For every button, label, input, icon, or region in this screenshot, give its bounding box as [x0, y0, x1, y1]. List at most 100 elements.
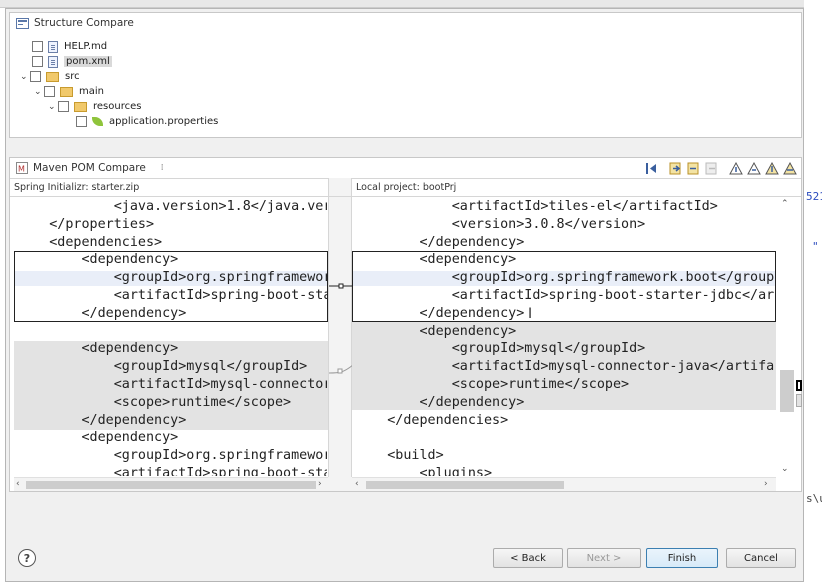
folder-icon	[60, 86, 73, 97]
code-line: <version>3.0.8</version>	[355, 216, 646, 232]
code-line: <artifactId>mysql-connector-java</artifa	[355, 359, 775, 375]
tree-item-resources[interactable]: ⌄ resources	[48, 99, 141, 114]
scrollbar-thumb[interactable]	[780, 370, 794, 412]
code-line: <groupId>org.springframework.boot</group	[355, 270, 775, 286]
tree-item-main[interactable]: ⌄ main	[34, 84, 104, 99]
next-difference-icon[interactable]	[729, 162, 743, 175]
code-line: <scope>runtime</scope>	[17, 394, 292, 410]
copy-right-to-left-icon[interactable]	[705, 162, 719, 175]
scroll-up-arrow[interactable]: ⌃	[781, 199, 789, 209]
chevron-down-icon[interactable]: ⌄	[34, 87, 44, 97]
diff-connector-lines	[328, 283, 354, 374]
scroll-left-arrow[interactable]: ‹	[16, 479, 20, 489]
right-code-pane[interactable]: <artifactId>tiles-el</artifactId> <versi…	[352, 197, 776, 477]
background-text-1: 521	[806, 190, 822, 203]
tree-item-label: src	[65, 71, 80, 82]
help-icon[interactable]: ?	[18, 549, 36, 567]
copy-current-change-icon[interactable]	[687, 162, 701, 175]
code-line: <artifactId>spring-boot-starter-jdbc</ar	[355, 287, 775, 303]
structure-compare-title: Structure Compare	[34, 17, 134, 29]
folder-icon	[46, 71, 59, 82]
checkbox[interactable]	[32, 56, 43, 67]
background-text-2: "	[812, 240, 819, 253]
code-line: </dependency>	[355, 305, 525, 321]
next-button[interactable]: Next >	[567, 548, 641, 568]
chevron-down-icon[interactable]: ⌄	[48, 102, 58, 112]
toolbar-divider	[10, 178, 801, 179]
code-line: </dependencies>	[355, 412, 509, 428]
code-line: <dependency>	[355, 252, 517, 268]
file-icon	[48, 40, 58, 53]
tree-item-label: resources	[93, 101, 142, 112]
tree-item-help-md[interactable]: HELP.md	[32, 39, 107, 54]
code-line: <groupId>org.springframewor	[17, 270, 327, 286]
code-line: <artifactId>mysql-connector	[17, 376, 327, 392]
folder-icon	[74, 101, 87, 112]
background-window-strip	[0, 0, 822, 8]
structure-compare-titlebar: Structure Compare	[10, 13, 134, 33]
file-icon	[48, 55, 58, 68]
code-line: <groupId>org.springframewor	[17, 448, 327, 464]
code-line: </dependency>	[17, 305, 187, 321]
pom-compare-panel: M Maven POM Compare ⁞ Spring Initializr:…	[9, 157, 802, 492]
back-button[interactable]: < Back	[493, 548, 563, 568]
structure-tree: HELP.md pom.xml ⌄ src ⌄ main ⌄ resources…	[20, 39, 780, 145]
previous-difference-icon[interactable]	[747, 162, 761, 175]
gutter-corner	[328, 477, 352, 491]
center-gutter-header	[328, 178, 352, 196]
scrollbar-thumb[interactable]	[366, 481, 564, 489]
code-line: <artifactId>spring-boot-sta	[17, 287, 327, 303]
left-horizontal-scrollbar[interactable]: ‹ ›	[14, 477, 328, 491]
tree-item-label: main	[79, 86, 104, 97]
code-line: <plugins>	[355, 465, 493, 476]
overview-ruler-marker[interactable]	[796, 380, 802, 391]
drag-handle-icon[interactable]: ⁞	[161, 163, 164, 173]
left-code-pane[interactable]: <java.version>1.8</java.version </proper…	[14, 197, 328, 477]
background-editor-edge: 521 " s\u	[804, 0, 822, 582]
tree-item-src[interactable]: ⌄ src	[20, 69, 80, 84]
scroll-right-arrow[interactable]: ›	[318, 479, 322, 489]
next-change-icon[interactable]	[765, 162, 779, 175]
chevron-down-icon[interactable]: ⌄	[20, 72, 30, 82]
svg-text:M: M	[18, 165, 25, 174]
cancel-button[interactable]: Cancel	[726, 548, 796, 568]
code-line: <java.version>1.8</java.version	[113, 199, 327, 214]
tree-item-application-properties[interactable]: application.properties	[76, 114, 218, 129]
checkbox[interactable]	[76, 116, 87, 127]
checkbox[interactable]	[44, 86, 55, 97]
checkbox[interactable]	[32, 41, 43, 52]
right-code-text: <artifactId>tiles-el</artifactId> <versi…	[355, 198, 775, 476]
tree-item-pom-xml[interactable]: pom.xml	[32, 54, 112, 69]
overview-ruler-marker-2[interactable]	[796, 394, 802, 407]
left-pane-label: Spring Initializr: starter.zip	[14, 182, 140, 193]
two-way-compare-icon[interactable]	[645, 162, 659, 175]
tree-item-label: HELP.md	[64, 41, 108, 52]
scroll-right-arrow[interactable]: ›	[764, 479, 768, 489]
finish-button[interactable]: Finish	[646, 548, 718, 568]
code-line: </dependency>	[17, 412, 187, 428]
scroll-left-arrow[interactable]: ‹	[355, 479, 359, 489]
scrollbar-thumb[interactable]	[26, 481, 316, 489]
code-line: <dependencies>	[17, 234, 163, 250]
code-line: <dependency>	[355, 323, 517, 339]
code-line: <groupId>mysql</groupId>	[355, 341, 646, 357]
tree-item-label: application.properties	[109, 116, 219, 127]
checkbox[interactable]	[30, 71, 41, 82]
code-line: </dependency>	[355, 234, 525, 250]
scroll-down-arrow[interactable]: ⌄	[781, 464, 789, 474]
right-horizontal-scrollbar[interactable]: ‹ ›	[352, 477, 776, 491]
tree-item-label: pom.xml	[64, 56, 112, 67]
right-pane-label: Local project: bootPrj	[356, 182, 457, 193]
right-vertical-scrollbar[interactable]: ⌃ ⌄	[776, 197, 798, 477]
pom-compare-titlebar: M Maven POM Compare ⁞	[10, 158, 164, 178]
code-line: <build>	[355, 448, 444, 464]
properties-file-icon	[92, 117, 103, 126]
checkbox[interactable]	[58, 101, 69, 112]
code-line: <dependency>	[17, 341, 179, 357]
code-line: <dependency>	[17, 430, 179, 446]
copy-left-to-right-icon[interactable]	[669, 162, 683, 175]
previous-change-icon[interactable]	[783, 162, 797, 175]
code-line: <groupId>mysql</groupId>	[17, 359, 308, 375]
